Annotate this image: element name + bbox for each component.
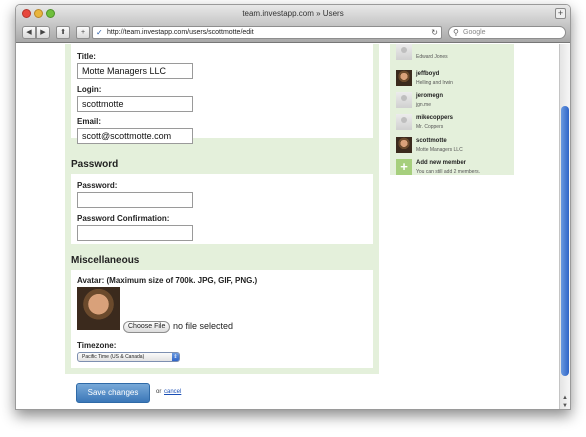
password-field[interactable]: [77, 192, 193, 208]
no-file-selected-text: no file selected: [173, 321, 234, 331]
member-company: Edward Jones: [416, 54, 448, 60]
browser-toolbar: ◀ ▶ ⬆ + ✓ http://team.investapp.com/user…: [16, 23, 570, 43]
plus-icon: +: [396, 159, 412, 175]
password-confirmation-label: Password Confirmation:: [77, 214, 170, 223]
home-button[interactable]: ⬆: [56, 26, 70, 39]
password-label: Password:: [77, 181, 118, 190]
add-member-label: Add new member: [416, 160, 467, 166]
edit-user-panel: Title: Motte Managers LLC Login: scottmo…: [65, 44, 379, 374]
member-company: jgn.me: [416, 102, 432, 108]
member-avatar: [396, 92, 412, 108]
member-item[interactable]: jeffboyd Helling and Irwin: [394, 68, 510, 90]
page-content: Title: Motte Managers LLC Login: scottmo…: [16, 44, 560, 409]
or-text: or: [156, 389, 162, 395]
members-sidebar: Edward Jones jeffboyd Helling and Irwin …: [390, 44, 514, 175]
reload-icon[interactable]: ↻: [431, 27, 438, 38]
login-label: Login:: [77, 85, 102, 94]
search-placeholder: Google: [463, 29, 486, 36]
add-bookmark-button[interactable]: +: [76, 26, 90, 39]
scroll-up-arrow-icon[interactable]: ▲: [561, 395, 569, 401]
address-url: http://team.investapp.com/users/scottmot…: [107, 29, 254, 36]
timezone-value: Pacific Time (US & Canada): [82, 354, 145, 360]
avatar-label: Avatar: (Maximum size of 700k. JPG, GIF,…: [77, 276, 258, 285]
member-avatar: [396, 114, 412, 130]
login-field[interactable]: scottmotte: [77, 96, 193, 112]
scroll-down-arrow-icon[interactable]: ▼: [561, 403, 569, 409]
member-name: jeffboyd: [416, 71, 440, 77]
vertical-scrollbar[interactable]: ▲ ▼: [559, 44, 570, 409]
add-member-note: You can still add 2 members.: [416, 169, 481, 175]
member-item[interactable]: scottmotte Motte Managers LLC: [394, 135, 510, 157]
member-avatar: [396, 137, 412, 153]
cancel-link[interactable]: cancel: [164, 389, 181, 395]
scroll-thumb[interactable]: [561, 106, 569, 376]
member-item[interactable]: jeromegn jgn.me: [394, 90, 510, 112]
member-item[interactable]: Edward Jones: [394, 44, 510, 64]
title-label: Title:: [77, 52, 96, 61]
forward-button[interactable]: ▶: [36, 26, 50, 39]
search-field[interactable]: ⚲ Google: [448, 26, 566, 39]
toolbar-toggle-button[interactable]: +: [555, 8, 566, 19]
search-icon: ⚲: [453, 28, 459, 37]
add-member-item[interactable]: + Add new member You can still add 2 mem…: [394, 157, 510, 179]
select-arrows-icon: ⇕: [172, 353, 179, 361]
address-bar[interactable]: ✓ http://team.investapp.com/users/scottm…: [92, 26, 442, 39]
member-item[interactable]: mikecoppers Mr. Coppers: [394, 112, 510, 134]
member-name: scottmotte: [416, 138, 447, 144]
window-title: team.investapp.com » Users: [242, 9, 344, 18]
member-name: mikecoppers: [416, 115, 454, 121]
site-favicon-icon: ✓: [96, 28, 103, 37]
timezone-label: Timezone:: [77, 341, 117, 350]
member-avatar: [396, 44, 412, 60]
member-company: Helling and Irwin: [416, 80, 453, 86]
member-company: Mr. Coppers: [416, 124, 444, 130]
misc-section-title: Miscellaneous: [71, 255, 140, 266]
title-field[interactable]: Motte Managers LLC: [77, 63, 193, 79]
profile-fields-box: [71, 44, 373, 138]
email-label: Email:: [77, 117, 102, 126]
save-changes-button[interactable]: Save changes: [76, 383, 150, 403]
member-avatar: [396, 70, 412, 86]
password-section-title: Password: [71, 159, 119, 170]
timezone-select[interactable]: Pacific Time (US & Canada) ⇕: [77, 352, 180, 362]
back-button[interactable]: ◀: [22, 26, 36, 39]
choose-file-button[interactable]: Choose File: [123, 321, 171, 333]
member-company: Motte Managers LLC: [416, 147, 463, 153]
email-field[interactable]: scott@scottmotte.com: [77, 128, 193, 144]
browser-window: team.investapp.com » Users + ◀ ▶ ⬆ + ✓ h…: [15, 4, 571, 410]
password-confirmation-field[interactable]: [77, 225, 193, 241]
member-name: jeromegn: [416, 93, 444, 99]
title-bar: team.investapp.com » Users +: [16, 5, 570, 23]
avatar-image: [77, 287, 120, 330]
